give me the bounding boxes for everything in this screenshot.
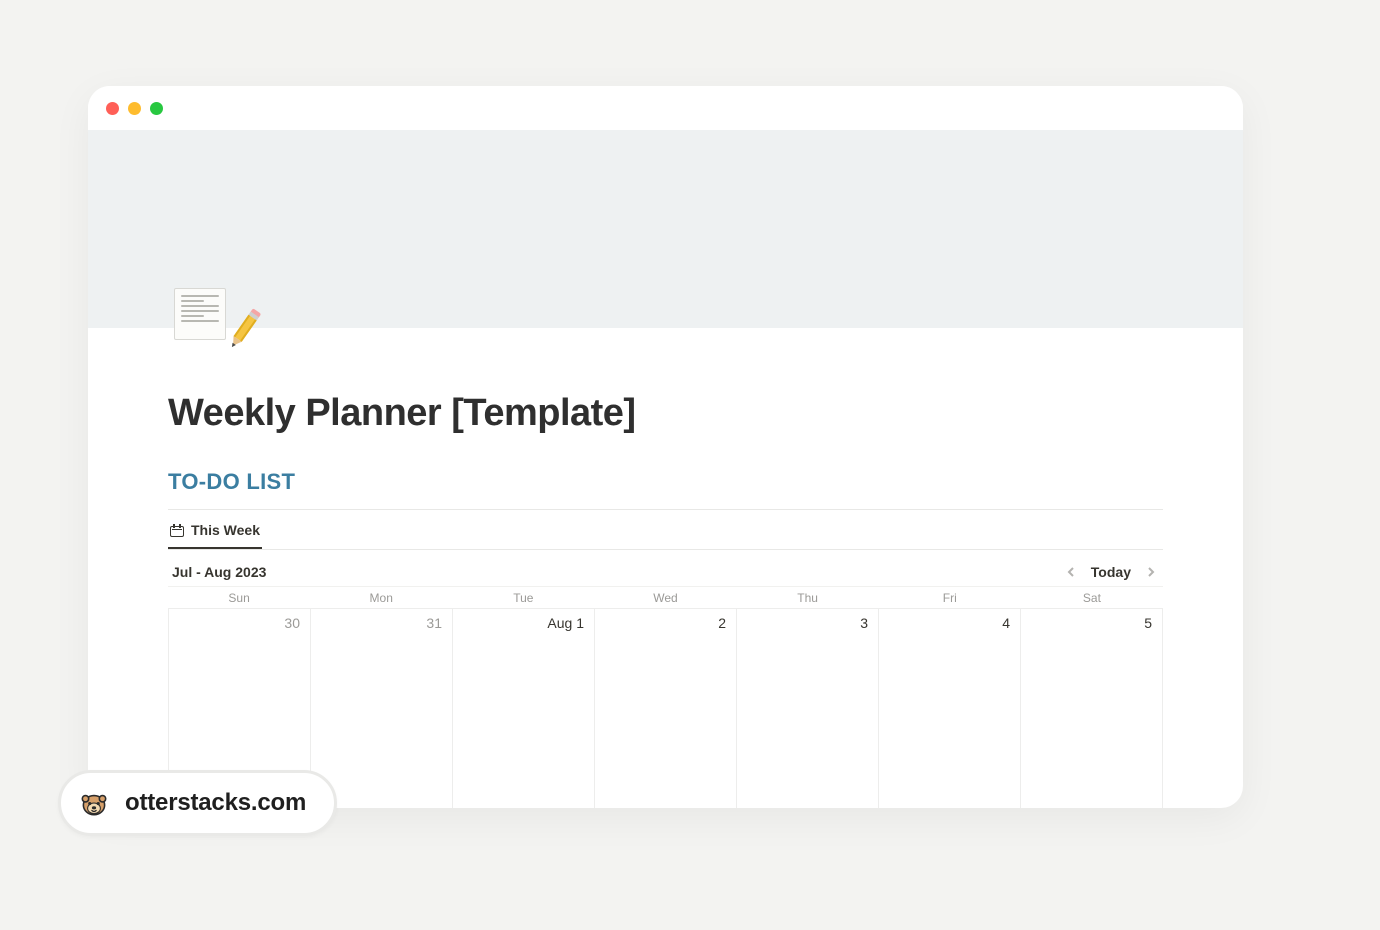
- chevron-right-icon: [1146, 567, 1156, 577]
- memo-pencil-icon: [174, 288, 230, 344]
- window-zoom-button[interactable]: [150, 102, 163, 115]
- tab-this-week[interactable]: This Week: [168, 512, 262, 549]
- page-title[interactable]: Weekly Planner [Template]: [168, 328, 1163, 435]
- day-number: 5: [1144, 615, 1152, 631]
- database-tabs: This Week: [168, 512, 1163, 550]
- day-cell[interactable]: 5: [1021, 609, 1163, 808]
- day-cell[interactable]: Aug 1: [453, 609, 595, 808]
- watermark-pill[interactable]: otterstacks.com: [58, 770, 337, 836]
- prev-week-button[interactable]: [1063, 564, 1079, 580]
- window-close-button[interactable]: [106, 102, 119, 115]
- day-number: 3: [860, 615, 868, 631]
- day-number: 2: [718, 615, 726, 631]
- page-content: Weekly Planner [Template] TO-DO LIST Thi…: [88, 328, 1243, 808]
- window-minimize-button[interactable]: [128, 102, 141, 115]
- page-icon[interactable]: [168, 282, 236, 350]
- today-button[interactable]: Today: [1091, 564, 1131, 580]
- calendar-range-label: Jul - Aug 2023: [172, 564, 266, 580]
- calendar-day-headers: Sun Mon Tue Wed Thu Fri Sat: [168, 586, 1163, 608]
- calendar-icon: [170, 524, 184, 537]
- day-number: 4: [1002, 615, 1010, 631]
- day-header: Sun: [168, 587, 310, 608]
- next-week-button[interactable]: [1143, 564, 1159, 580]
- day-number: 31: [426, 615, 442, 631]
- section-title: TO-DO LIST: [168, 469, 1163, 495]
- chevron-left-icon: [1066, 567, 1076, 577]
- day-header: Sat: [1021, 587, 1163, 608]
- page-cover: [88, 130, 1243, 328]
- day-cell[interactable]: 2: [595, 609, 737, 808]
- app-window: Weekly Planner [Template] TO-DO LIST Thi…: [88, 86, 1243, 808]
- day-cell[interactable]: 3: [737, 609, 879, 808]
- otter-icon: [77, 786, 111, 820]
- day-number: 30: [284, 615, 300, 631]
- calendar-nav: Today: [1063, 564, 1159, 580]
- day-cell[interactable]: 4: [879, 609, 1021, 808]
- section-divider: [168, 509, 1163, 510]
- watermark-text: otterstacks.com: [125, 789, 306, 817]
- calendar-header: Jul - Aug 2023 Today: [168, 560, 1163, 586]
- day-cell[interactable]: 31: [311, 609, 453, 808]
- day-header: Fri: [879, 587, 1021, 608]
- day-header: Wed: [594, 587, 736, 608]
- day-header: Mon: [310, 587, 452, 608]
- day-number: Aug 1: [547, 615, 584, 631]
- day-header: Thu: [737, 587, 879, 608]
- tab-label: This Week: [191, 522, 260, 538]
- day-header: Tue: [452, 587, 594, 608]
- window-titlebar: [88, 86, 1243, 130]
